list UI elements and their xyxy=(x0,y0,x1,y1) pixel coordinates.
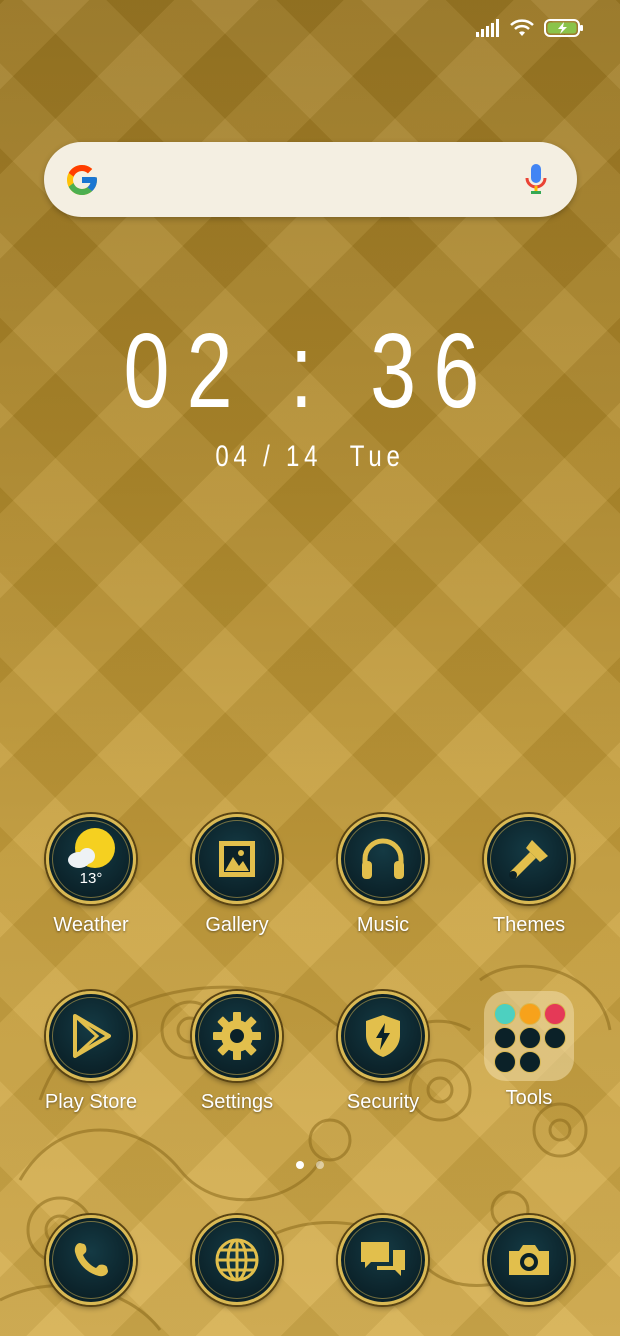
dock-messages[interactable] xyxy=(310,1215,456,1305)
dock-browser[interactable] xyxy=(164,1215,310,1305)
app-security[interactable]: Security xyxy=(310,991,456,1114)
app-label: Weather xyxy=(53,914,129,936)
shield-bolt-icon xyxy=(366,1015,400,1057)
app-label: Play Store xyxy=(44,1091,138,1113)
app-gallery[interactable]: Gallery xyxy=(164,814,310,937)
gallery-badge xyxy=(192,814,282,904)
clock-date[interactable]: 04 / 14 Tue xyxy=(62,440,558,474)
camera-badge xyxy=(484,1215,574,1305)
weather-temp: 13° xyxy=(79,870,103,887)
app-themes[interactable]: Themes xyxy=(456,814,602,937)
camera-icon xyxy=(509,1245,549,1275)
weather-badge: 13° xyxy=(46,814,136,904)
app-tools-folder[interactable]: Tools xyxy=(456,991,602,1110)
app-settings[interactable]: Settings xyxy=(164,991,310,1114)
paintbrush-icon xyxy=(509,840,548,879)
app-label: Themes xyxy=(492,914,566,936)
dock-phone[interactable] xyxy=(18,1215,164,1305)
date-text: 04 / 14 xyxy=(215,440,323,473)
app-label: Gallery xyxy=(205,914,269,936)
headphones-icon xyxy=(362,838,404,879)
weekday-text: Tue xyxy=(349,440,405,473)
folder-icon xyxy=(484,991,574,1081)
play-store-badge xyxy=(46,991,136,1081)
messages-badge xyxy=(338,1215,428,1305)
dock-camera[interactable] xyxy=(456,1215,602,1305)
wifi-icon xyxy=(510,19,534,36)
settings-badge xyxy=(192,991,282,1081)
globe-icon xyxy=(215,1238,259,1282)
messages-icon xyxy=(361,1242,405,1276)
google-search-bar[interactable] xyxy=(44,142,577,217)
clock-time[interactable]: 02 : 36 xyxy=(68,318,552,424)
page-dot[interactable] xyxy=(316,1161,324,1169)
status-bar xyxy=(476,18,584,38)
music-badge xyxy=(338,814,428,904)
gallery-image-icon xyxy=(219,841,255,877)
app-label: Settings xyxy=(200,1091,274,1113)
google-g-icon xyxy=(67,165,97,195)
app-weather[interactable]: 13° Weather xyxy=(18,814,164,937)
microphone-icon[interactable] xyxy=(525,164,547,196)
app-music[interactable]: Music xyxy=(310,814,456,937)
battery-charging-icon xyxy=(544,19,583,37)
page-dot-active[interactable] xyxy=(296,1161,304,1169)
browser-badge xyxy=(192,1215,282,1305)
app-label: Tools xyxy=(505,1087,553,1109)
signal-bars-icon xyxy=(476,19,499,37)
gear-icon xyxy=(213,1012,261,1060)
app-play-store[interactable]: Play Store xyxy=(18,991,164,1114)
phone-icon xyxy=(74,1243,108,1277)
phone-badge xyxy=(46,1215,136,1305)
app-label: Security xyxy=(346,1091,420,1113)
security-badge xyxy=(338,991,428,1081)
app-label: Music xyxy=(356,914,410,936)
themes-badge xyxy=(484,814,574,904)
page-indicator[interactable] xyxy=(0,1161,620,1169)
play-store-icon xyxy=(73,1014,111,1058)
